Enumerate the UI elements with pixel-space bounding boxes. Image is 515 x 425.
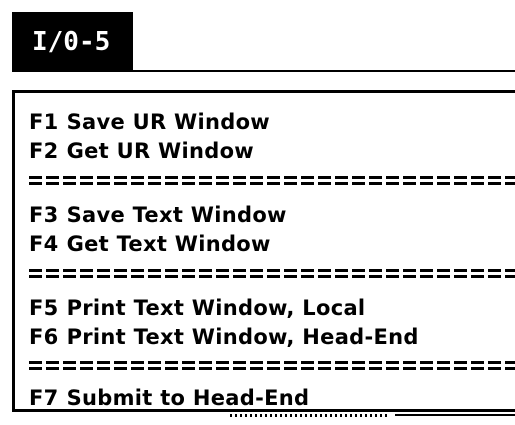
function-key-label: F6 bbox=[29, 325, 59, 349]
menu-item-label: Save Text Window bbox=[66, 203, 287, 227]
menu-separator bbox=[29, 176, 515, 185]
menu-item-f5[interactable]: F5 Print Text Window, Local bbox=[29, 296, 365, 320]
menu-item-f7[interactable]: F7 Submit to Head-End bbox=[29, 386, 309, 410]
window-title-tab: I/0-5 bbox=[12, 12, 133, 72]
function-key-label: F2 bbox=[29, 139, 59, 163]
menu-item-f2[interactable]: F2 Get UR Window bbox=[29, 139, 254, 163]
menu-separator bbox=[29, 269, 515, 278]
bottom-rule bbox=[395, 414, 515, 416]
function-key-label: F4 bbox=[29, 232, 59, 256]
function-key-menu: F1 Save UR Window F2 Get UR Window F3 Save … bbox=[12, 90, 515, 412]
menu-item-label: Get UR Window bbox=[66, 139, 254, 163]
menu-item-label: Submit to Head-End bbox=[66, 386, 310, 410]
menu-item-label: Get Text Window bbox=[66, 232, 271, 256]
window-title: I/0-5 bbox=[32, 27, 111, 57]
function-key-label: F3 bbox=[29, 203, 59, 227]
title-underline bbox=[133, 70, 515, 72]
function-key-label: F7 bbox=[29, 386, 59, 410]
bottom-dotted-rule bbox=[230, 414, 390, 417]
menu-item-f6[interactable]: F6 Print Text Window, Head-End bbox=[29, 325, 419, 349]
menu-item-label: Save UR Window bbox=[66, 110, 271, 134]
menu-item-f1[interactable]: F1 Save UR Window bbox=[29, 110, 270, 134]
menu-item-f4[interactable]: F4 Get Text Window bbox=[29, 232, 271, 256]
menu-item-label: Print Text Window, Local bbox=[66, 296, 366, 320]
terminal-screen: I/0-5 F1 Save UR Window F2 Get UR Window F… bbox=[0, 0, 515, 425]
function-key-label: F5 bbox=[29, 296, 59, 320]
menu-item-f3[interactable]: F3 Save Text Window bbox=[29, 203, 287, 227]
menu-separator bbox=[29, 361, 515, 370]
function-key-label: F1 bbox=[29, 110, 59, 134]
menu-item-label: Print Text Window, Head-End bbox=[66, 325, 419, 349]
